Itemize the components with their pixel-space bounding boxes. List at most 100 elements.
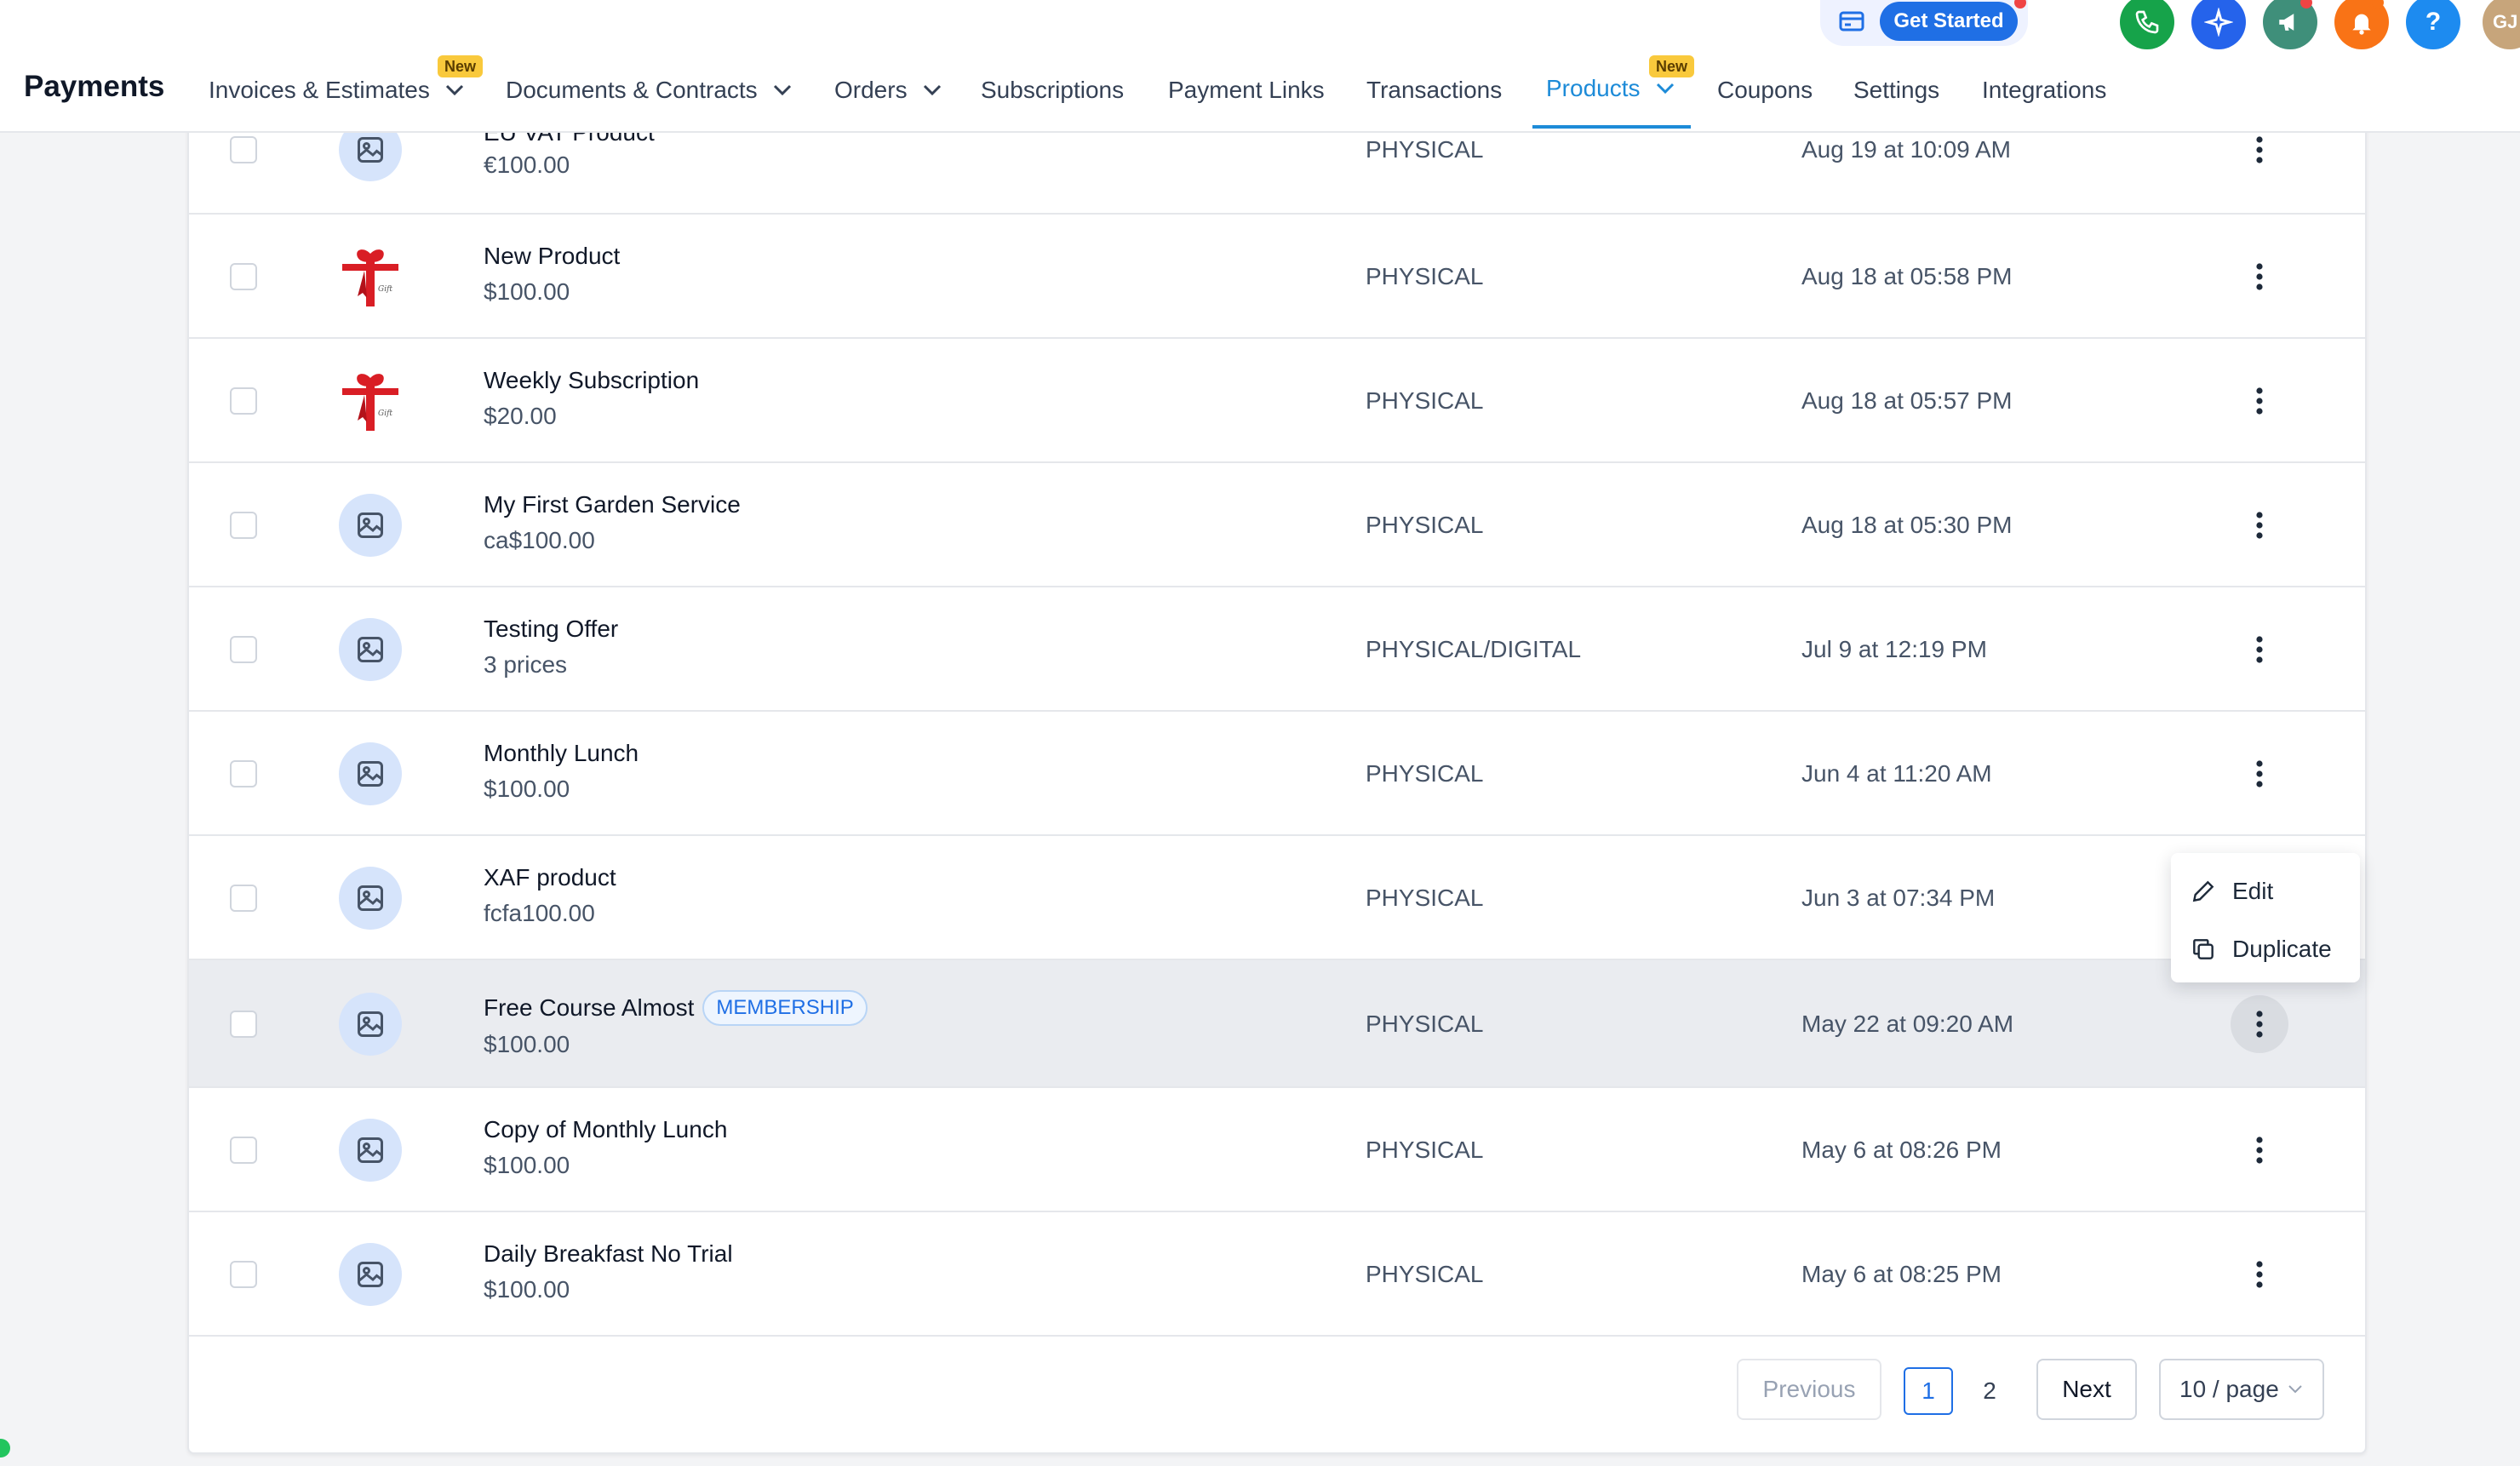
- product-name-cell[interactable]: XAF product: [484, 864, 616, 891]
- tab-subscriptions[interactable]: Subscriptions: [981, 77, 1124, 104]
- tab-transactions[interactable]: Transactions: [1366, 77, 1502, 104]
- row-checkbox[interactable]: [230, 885, 257, 912]
- row-checkbox[interactable]: [230, 387, 257, 415]
- tab-products[interactable]: Products: [1546, 75, 1675, 102]
- menu-item-label: Duplicate: [2232, 936, 2332, 962]
- table-row[interactable]: Daily Breakfast No Trial $100.00 PHYSICAL M…: [189, 1212, 2365, 1337]
- product-price: $20.00: [484, 403, 557, 429]
- row-actions-button[interactable]: [2231, 1121, 2288, 1179]
- product-price: $100.00: [484, 1276, 570, 1303]
- product-name-cell[interactable]: Weekly Subscription: [484, 367, 699, 394]
- product-name: XAF product: [484, 864, 616, 890]
- row-actions-button[interactable]: [2231, 372, 2288, 430]
- table-row[interactable]: My First Garden Service ca$100.00 PHYSICAL…: [189, 463, 2365, 587]
- product-name: Copy of Monthly Lunch: [484, 1116, 728, 1142]
- product-name-cell[interactable]: New Product: [484, 243, 620, 270]
- row-actions-button[interactable]: [2231, 496, 2288, 554]
- row-actions-menu: Edit Duplicate: [2171, 853, 2360, 982]
- product-name-cell[interactable]: Monthly Lunch: [484, 740, 639, 767]
- page-1-button[interactable]: 1: [1904, 1367, 1953, 1415]
- row-checkbox[interactable]: [230, 512, 257, 539]
- product-name-cell[interactable]: Testing Offer: [484, 616, 618, 643]
- svg-text:Gift: Gift: [378, 409, 392, 418]
- gift-bow-image: Gift: [342, 374, 398, 431]
- row-actions-button[interactable]: [2231, 248, 2288, 306]
- row-checkbox[interactable]: [230, 1011, 257, 1038]
- tab-integrations[interactable]: Integrations: [1982, 77, 2106, 104]
- product-updated-date: May 6 at 08:26 PM: [1801, 1137, 2002, 1163]
- more-vertical-icon: [2256, 1261, 2263, 1288]
- product-name: Weekly Subscription: [484, 367, 700, 393]
- product-price: ca$100.00: [484, 527, 595, 553]
- active-tab-indicator: [1532, 125, 1691, 129]
- previous-page-button[interactable]: Previous: [1737, 1359, 1881, 1420]
- product-image: [339, 1243, 402, 1306]
- tab-label: Payment Links: [1168, 77, 1325, 103]
- product-name-cell[interactable]: My First Garden Service: [484, 491, 741, 518]
- copy-icon: [2193, 939, 2214, 959]
- product-image: [339, 867, 402, 930]
- row-actions-button[interactable]: [2231, 621, 2288, 679]
- image-placeholder-icon: [358, 513, 383, 538]
- tab-invoices-estimates[interactable]: Invoices & Estimates: [209, 77, 464, 104]
- table-row[interactable]: Monthly Lunch $100.00 PHYSICAL Jun 4 at 11:…: [189, 712, 2365, 836]
- product-image: [339, 618, 402, 681]
- row-checkbox[interactable]: [230, 263, 257, 290]
- row-checkbox[interactable]: [230, 760, 257, 787]
- tab-label: Invoices & Estimates: [209, 77, 430, 103]
- tab-documents-contracts[interactable]: Documents & Contracts: [506, 77, 792, 104]
- tab-settings[interactable]: Settings: [1853, 77, 1939, 104]
- table-row[interactable]: Free Course Almost MEMBERSHIP $100.00 PHYSI…: [189, 960, 2365, 1088]
- row-checkbox[interactable]: [230, 136, 257, 163]
- page-size-select[interactable]: 10 / page: [2159, 1359, 2324, 1420]
- table-row[interactable]: Copy of Monthly Lunch $100.00 PHYSICAL May …: [189, 1088, 2365, 1212]
- row-actions-button[interactable]: [2231, 1246, 2288, 1303]
- sparkle-icon[interactable]: [2191, 0, 2246, 49]
- tab-orders[interactable]: Orders: [834, 77, 942, 104]
- product-type: PHYSICAL: [1366, 136, 1484, 163]
- notification-dot: [2014, 0, 2026, 9]
- top-header: Payments New Invoices & Estimates Docume…: [0, 0, 2520, 133]
- product-type: PHYSICAL: [1366, 1011, 1484, 1037]
- tab-coupons[interactable]: Coupons: [1717, 77, 1813, 104]
- product-type: PHYSICAL: [1366, 885, 1484, 911]
- image-placeholder-icon: [358, 885, 383, 911]
- menu-item-duplicate[interactable]: Duplicate: [2190, 928, 2332, 971]
- product-updated-date: Jun 4 at 11:20 AM: [1801, 760, 1992, 787]
- product-name-cell[interactable]: Free Course Almost MEMBERSHIP: [484, 990, 868, 1026]
- row-actions-button[interactable]: [2231, 745, 2288, 803]
- pencil-icon: [2192, 880, 2214, 902]
- product-type: PHYSICAL: [1366, 512, 1484, 538]
- get-started-button[interactable]: Get Started: [1880, 2, 2018, 41]
- product-price: $100.00: [484, 1031, 570, 1057]
- tab-label: Documents & Contracts: [506, 77, 758, 103]
- more-vertical-icon: [2256, 636, 2263, 663]
- row-actions-button[interactable]: [2231, 995, 2288, 1053]
- new-badge: New: [438, 55, 484, 77]
- product-price: $100.00: [484, 278, 570, 305]
- next-page-button[interactable]: Next: [2036, 1359, 2137, 1420]
- product-price: €100.00: [484, 152, 570, 178]
- menu-item-edit[interactable]: Edit: [2190, 870, 2273, 913]
- table-row[interactable]: XAF product fcfa100.00 PHYSICAL Jun 3 at 07…: [189, 836, 2365, 960]
- table-row[interactable]: Testing Offer 3 prices PHYSICAL/DIGITAL Jul…: [189, 587, 2365, 712]
- table-row[interactable]: Gift Weekly Subscription $20.00 PHYSICAL Aug…: [189, 339, 2365, 463]
- product-type: PHYSICAL: [1366, 760, 1484, 787]
- page-2-button[interactable]: 2: [1965, 1367, 2014, 1415]
- tab-label: Orders: [834, 77, 908, 103]
- product-name-cell[interactable]: Copy of Monthly Lunch: [484, 1116, 727, 1143]
- avatar[interactable]: GJ: [2483, 0, 2520, 49]
- row-checkbox[interactable]: [230, 636, 257, 663]
- tab-payment-links[interactable]: Payment Links: [1168, 77, 1325, 104]
- product-type: PHYSICAL: [1366, 387, 1484, 414]
- product-image: Gift: [339, 369, 402, 432]
- product-price: 3 prices: [484, 651, 568, 678]
- phone-icon[interactable]: [2120, 0, 2174, 49]
- row-checkbox[interactable]: [230, 1261, 257, 1288]
- product-name-cell[interactable]: Daily Breakfast No Trial: [484, 1240, 733, 1268]
- table-row[interactable]: Gift New Product $100.00 PHYSICAL Aug 18 at …: [189, 215, 2365, 339]
- card-icon: [1839, 11, 1864, 31]
- help-glyph: ?: [2425, 8, 2442, 36]
- help-icon[interactable]: ?: [2406, 0, 2460, 49]
- row-checkbox[interactable]: [230, 1137, 257, 1164]
